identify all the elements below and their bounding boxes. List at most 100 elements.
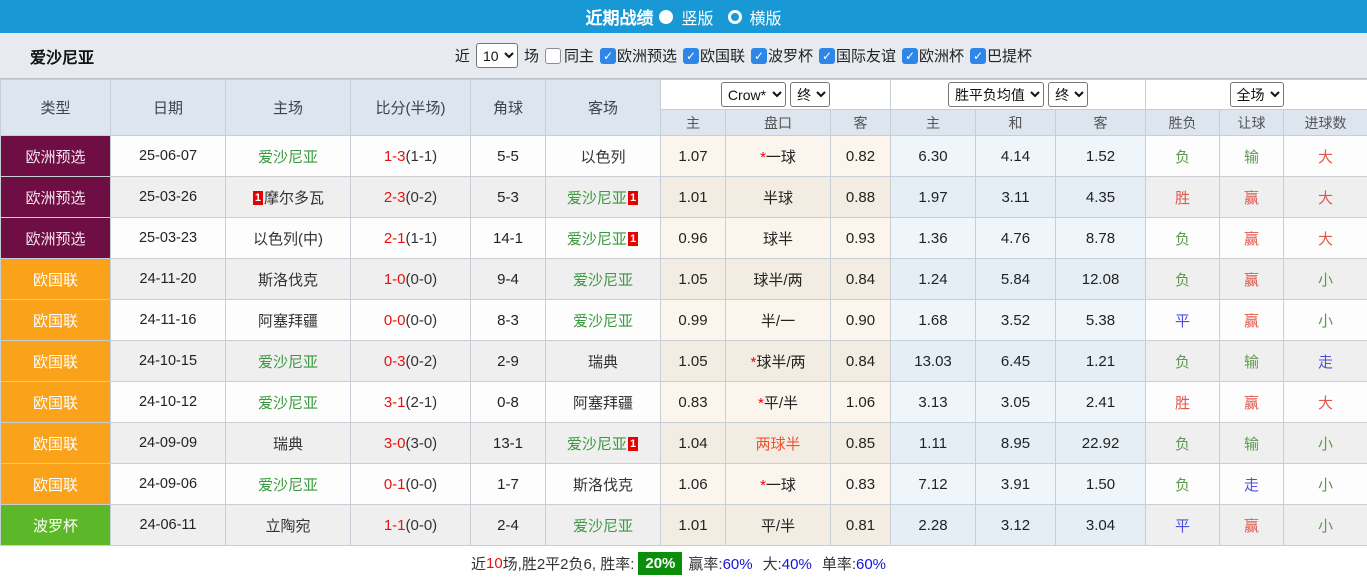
corner-count: 5-3 — [471, 177, 546, 218]
half-time-score: (0-0) — [406, 517, 438, 534]
team-name[interactable]: 爱沙尼亚 — [258, 395, 318, 412]
handicap-line-text: 一球 — [766, 149, 796, 166]
team-name[interactable]: 爱沙尼亚 — [567, 190, 627, 207]
radio-selected-icon[interactable] — [659, 10, 673, 24]
team-name[interactable]: 爱沙尼亚 — [573, 272, 633, 289]
match-date: 24-10-15 — [111, 341, 226, 382]
team-name[interactable]: 爱沙尼亚 — [258, 149, 318, 166]
subheader-handicap-home: 主 — [661, 110, 726, 136]
handicap-line-text: 球半 — [763, 231, 793, 248]
handicap-result: 赢 — [1220, 218, 1284, 259]
competition-type: 波罗杯 — [1, 505, 111, 546]
scope-select[interactable]: 全场 — [1230, 82, 1284, 107]
team-name[interactable]: 爱沙尼亚 — [573, 313, 633, 330]
away-team-cell: 爱沙尼亚 — [546, 505, 661, 546]
team-name[interactable]: 爱沙尼亚 — [573, 518, 633, 535]
red-card-badge: 1 — [253, 191, 263, 205]
away-team-cell: 爱沙尼亚 — [546, 300, 661, 341]
avg-time-select[interactable]: 终 — [1048, 82, 1088, 107]
view-option-horizontal[interactable]: 横版 — [750, 5, 782, 29]
match-date: 24-09-06 — [111, 464, 226, 505]
away-team-cell: 斯洛伐克 — [546, 464, 661, 505]
handicap-home-odds: 1.07 — [661, 136, 726, 177]
league-checkbox-0[interactable]: ✓ — [600, 48, 616, 64]
avg-away-odds: 8.78 — [1056, 218, 1146, 259]
competition-type: 欧国联 — [1, 464, 111, 505]
competition-type: 欧洲预选 — [1, 218, 111, 259]
handicap-line-text: 半/一 — [761, 313, 795, 330]
handicap-home-odds: 1.06 — [661, 464, 726, 505]
near-count-select[interactable]: 10 — [476, 43, 518, 68]
avg-away-odds: 4.35 — [1056, 177, 1146, 218]
league-label-3: 国际友谊 — [836, 45, 896, 66]
team-name[interactable]: 阿塞拜疆 — [258, 313, 318, 330]
col-header-score: 比分(半场) — [351, 80, 471, 136]
corner-count: 2-4 — [471, 505, 546, 546]
handicap-line-cell: 球半 — [726, 218, 831, 259]
team-name[interactable]: 瑞典 — [273, 436, 303, 453]
handicap-home-odds: 1.05 — [661, 259, 726, 300]
team-name[interactable]: 爱沙尼亚 — [567, 231, 627, 248]
summary-suffix: 场,胜2平2负6, 胜率: — [503, 553, 635, 574]
corner-count: 0-8 — [471, 382, 546, 423]
bookmaker-time-select[interactable]: 终 — [790, 82, 830, 107]
handicap-line-cell: 球半/两 — [726, 259, 831, 300]
team-name[interactable]: 立陶宛 — [265, 518, 310, 535]
same-host-checkbox[interactable] — [545, 48, 561, 64]
home-team-cell: 爱沙尼亚 — [226, 136, 351, 177]
subheader-avg-draw: 和 — [976, 110, 1056, 136]
recent-results-table: 类型 日期 主场 比分(半场) 角球 客场 Crow* 终 胜平负均值 终 全场… — [0, 79, 1367, 546]
avg-home-odds: 7.12 — [891, 464, 976, 505]
away-team-cell: 阿塞拜疆 — [546, 382, 661, 423]
team-name[interactable]: 斯洛伐克 — [258, 272, 318, 289]
match-date: 24-11-16 — [111, 300, 226, 341]
bookmaker-select[interactable]: Crow* — [721, 82, 786, 107]
avg-type-select[interactable]: 胜平负均值 — [948, 82, 1044, 107]
home-team-cell: 以色列(中) — [226, 218, 351, 259]
half-time-score: (0-0) — [406, 312, 438, 329]
handicap-result: 输 — [1220, 136, 1284, 177]
team-name[interactable]: 爱沙尼亚 — [567, 436, 627, 453]
goals-result: 小 — [1284, 300, 1367, 341]
league-checkbox-3[interactable]: ✓ — [819, 48, 835, 64]
home-team-cell: 爱沙尼亚 — [226, 382, 351, 423]
win-loss-result: 负 — [1146, 259, 1220, 300]
match-date: 24-06-11 — [111, 505, 226, 546]
handicap-line-text: 平/半 — [764, 395, 798, 412]
team-name[interactable]: 瑞典 — [588, 354, 618, 371]
stat-label-0: 赢率: — [688, 556, 722, 573]
handicap-home-odds: 1.04 — [661, 423, 726, 464]
league-checkbox-1[interactable]: ✓ — [683, 48, 699, 64]
team-name[interactable]: 爱沙尼亚 — [258, 477, 318, 494]
team-name[interactable]: 爱沙尼亚 — [258, 354, 318, 371]
filter-controls: 近 10 场 同主 ✓ 欧洲预选 ✓ 欧国联 ✓ 波罗杯 ✓ 国际友谊 ✓ 欧洲… — [335, 43, 1032, 68]
avg-draw-odds: 5.84 — [976, 259, 1056, 300]
half-time-score: (0-0) — [406, 476, 438, 493]
team-name[interactable]: 阿塞拜疆 — [573, 395, 633, 412]
stat-value-0: 60% — [723, 556, 753, 573]
team-name[interactable]: 以色列 — [580, 149, 625, 166]
home-team-cell: 瑞典 — [226, 423, 351, 464]
avg-home-odds: 1.36 — [891, 218, 976, 259]
corner-count: 14-1 — [471, 218, 546, 259]
league-checkbox-2[interactable]: ✓ — [751, 48, 767, 64]
full-time-score: 0-0 — [384, 312, 406, 329]
win-rate-badge: 20% — [638, 552, 682, 575]
home-team-cell: 爱沙尼亚 — [226, 341, 351, 382]
handicap-group-header: Crow* 终 — [661, 80, 891, 110]
team-name[interactable]: 以色列(中) — [253, 231, 323, 248]
goals-result: 小 — [1284, 423, 1367, 464]
match-date: 24-09-09 — [111, 423, 226, 464]
view-option-vertical[interactable]: 竖版 — [681, 5, 713, 29]
col-header-home: 主场 — [226, 80, 351, 136]
league-label-5: 巴提杯 — [987, 45, 1032, 66]
league-checkbox-5[interactable]: ✓ — [970, 48, 986, 64]
league-checkbox-4[interactable]: ✓ — [902, 48, 918, 64]
handicap-home-odds: 1.05 — [661, 341, 726, 382]
goals-result: 小 — [1284, 505, 1367, 546]
radio-unselected-icon[interactable] — [728, 10, 742, 24]
team-name[interactable]: 斯洛伐克 — [573, 477, 633, 494]
stat-label-2: 单率: — [822, 556, 856, 573]
team-name[interactable]: 摩尔多瓦 — [264, 190, 324, 207]
match-row: 欧国联24-09-09瑞典3-0(3-0)13-1爱沙尼亚11.04两球半0.8… — [1, 423, 1367, 464]
